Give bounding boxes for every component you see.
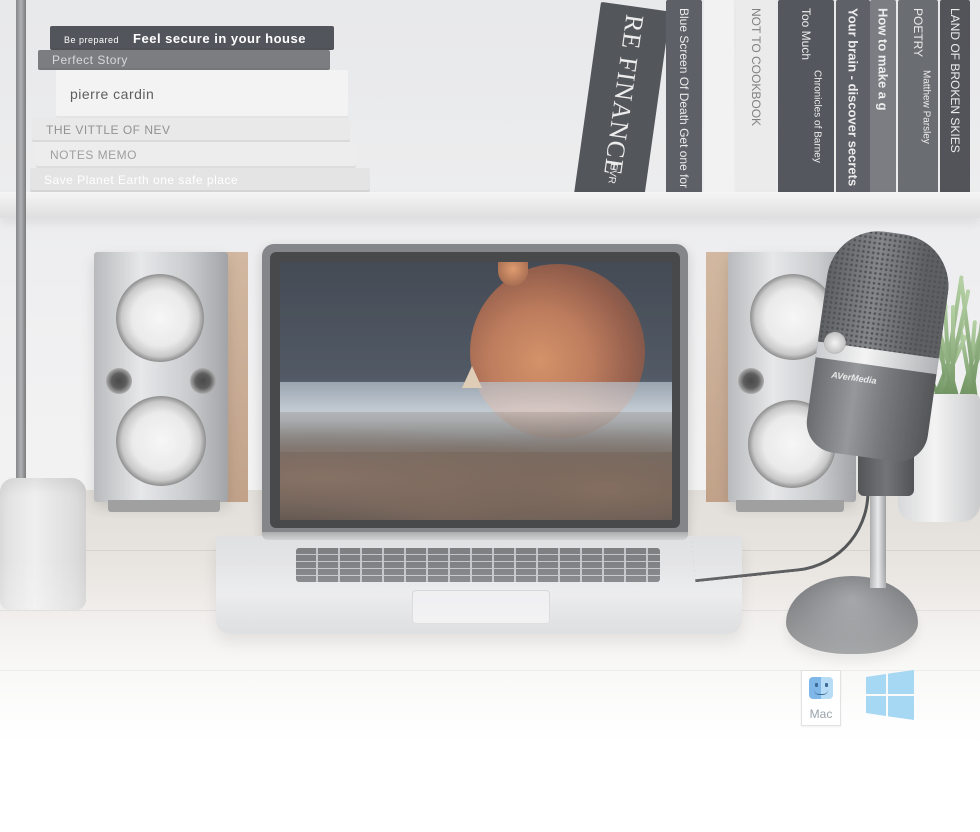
left-book: NOTES MEMO <box>36 142 356 168</box>
left-speaker-foot <box>108 500 220 512</box>
lamp-pole <box>16 0 26 490</box>
mac-support-badge: Mac <box>801 670 841 726</box>
right-book: POETRY Matthew Parsley <box>898 0 938 194</box>
left-book-title: THE VITTLE OF NEV <box>32 123 171 137</box>
right-book-subtitle: Matthew Parsley <box>920 70 932 144</box>
left-book: THE VITTLE OF NEV <box>32 118 350 142</box>
rocky-terrain <box>280 412 672 520</box>
mic-stand-stem <box>870 494 886 588</box>
left-speaker-woofer-bottom <box>116 396 206 486</box>
right-speaker-side <box>706 252 730 502</box>
laptop-keyboard <box>296 548 660 582</box>
left-book-title-text: THE VITTLE OF NEV <box>46 123 171 137</box>
left-book-title: pierre cardin <box>56 86 154 102</box>
left-book-title-text: Feel secure in your house <box>133 30 306 46</box>
right-book <box>704 0 734 194</box>
mac-finder-icon <box>809 677 833 699</box>
mac-label: Mac <box>809 707 833 721</box>
right-book-title: How to make a g <box>875 8 891 111</box>
left-book-label: Be prepared <box>64 34 120 45</box>
right-book: Too Much Chronicles of Barney <box>778 0 834 194</box>
left-book: pierre cardin <box>56 70 348 118</box>
right-book: Your brain - discover secrets <box>836 0 870 194</box>
right-book: NOT TO COOKBOOK <box>736 0 776 194</box>
right-book-title: Blue Screen Of Death Get one for Free <box>677 8 691 194</box>
product-hero-scene: Be prepared Feel secure in your house Perf… <box>0 0 980 832</box>
left-book: Save Planet Earth one safe place <box>30 168 370 192</box>
left-book-title-text: Save Planet Earth one safe place <box>44 173 239 187</box>
right-book-title: LAND OF BROKEN SKIES <box>948 8 962 153</box>
right-book-subtitle: Chronicles of Barney <box>811 70 823 163</box>
right-book-title: Too Much <box>799 8 813 61</box>
laptop-trackpad <box>412 590 550 624</box>
plant-leaf <box>951 305 955 400</box>
right-book-title: Your brain - discover secrets <box>845 8 861 187</box>
left-book: Be prepared Feel secure in your house <box>50 26 334 50</box>
left-book-title: NOTES MEMO <box>36 148 137 162</box>
left-book-title: Be prepared Feel secure in your house <box>50 31 306 46</box>
right-book-title: RE FINANCE <box>598 12 650 178</box>
right-speaker-port <box>738 368 764 394</box>
left-speaker-side <box>226 252 248 502</box>
mic-brand-logo: AVerMedia <box>830 369 878 386</box>
left-book-title-text: pierre cardin <box>70 86 155 102</box>
left-speaker-woofer-top <box>116 274 204 362</box>
right-book: LAND OF BROKEN SKIES <box>940 0 970 194</box>
lamp-base <box>0 478 86 610</box>
pyramid <box>462 366 482 388</box>
left-book-title-text: NOTES MEMO <box>50 148 138 162</box>
laptop-hinge <box>262 532 688 540</box>
wall-shelf <box>0 192 980 218</box>
right-book-subtitle: EVR <box>605 162 620 185</box>
right-book-title: NOT TO COOKBOOK <box>749 8 763 127</box>
left-speaker <box>94 252 228 502</box>
laptop-screen-wallpaper <box>280 262 672 520</box>
right-book: How to make a g <box>870 0 896 194</box>
left-book-title: Save Planet Earth one safe place <box>30 173 238 187</box>
right-book: Blue Screen Of Death Get one for Free <box>666 0 702 194</box>
left-speaker-port <box>190 368 216 394</box>
left-speaker-port <box>106 368 132 394</box>
right-book-title: POETRY <box>911 8 925 58</box>
windows-support-badge <box>866 670 914 720</box>
left-book-title-text: Perfect Story <box>52 53 128 67</box>
left-book: Perfect Story <box>38 50 330 70</box>
left-book-title: Perfect Story <box>38 53 128 67</box>
windows-logo-icon <box>866 670 914 720</box>
